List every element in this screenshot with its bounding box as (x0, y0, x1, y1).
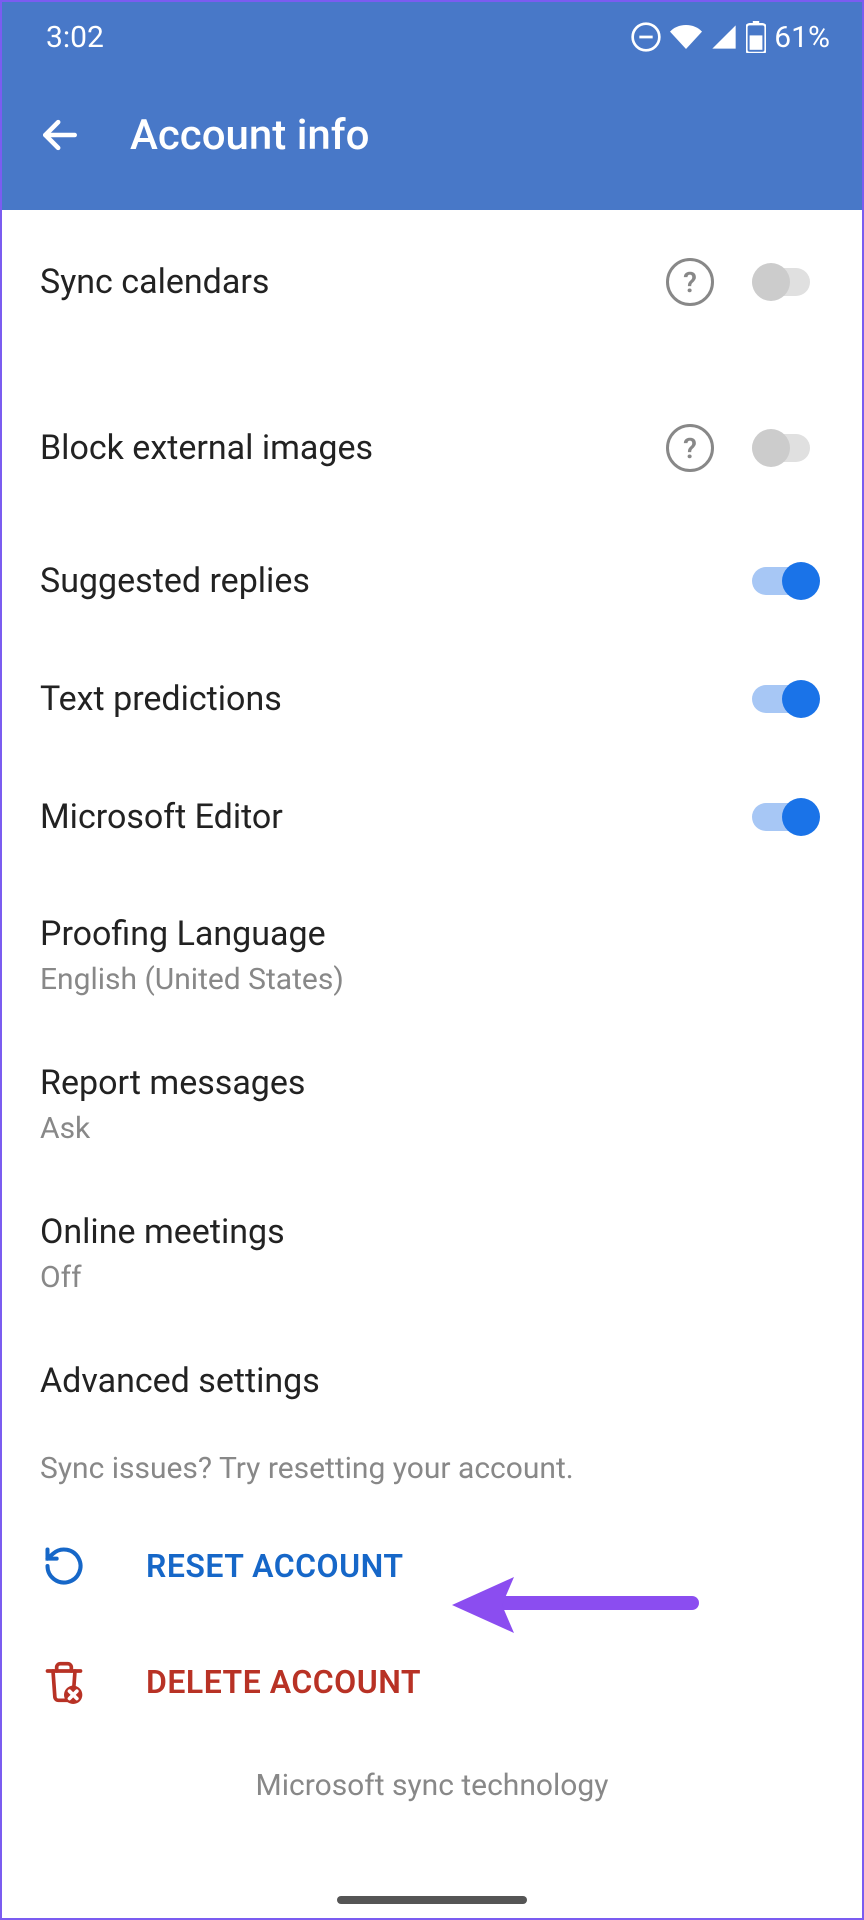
reset-account-button[interactable]: RESET ACCOUNT (2, 1508, 862, 1624)
setting-label: Proofing Language (40, 914, 824, 954)
delete-account-button[interactable]: DELETE ACCOUNT (2, 1624, 862, 1740)
setting-value: Off (40, 1260, 824, 1295)
help-icon[interactable]: ? (666, 258, 714, 306)
setting-label: Suggested replies (40, 561, 752, 601)
help-icon[interactable]: ? (666, 424, 714, 472)
back-button[interactable] (34, 109, 86, 161)
toggle-text-predictions[interactable] (752, 678, 824, 720)
wifi-icon (670, 21, 702, 53)
setting-label: Block external images (40, 428, 666, 468)
battery-percent: 61% (774, 20, 830, 55)
toggle-sync-calendars[interactable] (752, 261, 824, 303)
setting-value: English (United States) (40, 962, 824, 997)
setting-online-meetings[interactable]: Online meetings Off (2, 1174, 862, 1323)
page-title: Account info (130, 111, 369, 160)
status-time: 3:02 (46, 20, 104, 55)
setting-proofing-language[interactable]: Proofing Language English (United States… (2, 876, 862, 1025)
setting-advanced-settings[interactable]: Advanced settings (2, 1323, 862, 1429)
home-indicator[interactable] (337, 1896, 527, 1904)
status-icons: 61% (630, 20, 830, 55)
setting-suggested-replies[interactable]: Suggested replies (2, 510, 862, 640)
delete-icon (42, 1660, 86, 1704)
dnd-icon (630, 21, 662, 53)
reset-hint: Sync issues? Try resetting your account. (2, 1429, 862, 1508)
arrow-left-icon (38, 113, 82, 157)
setting-sync-calendars[interactable]: Sync calendars ? (2, 210, 862, 366)
setting-block-external-images[interactable]: Block external images ? (2, 366, 862, 510)
setting-label: Text predictions (40, 679, 752, 719)
setting-label: Online meetings (40, 1212, 824, 1252)
setting-label: Microsoft Editor (40, 797, 752, 837)
signal-icon (710, 23, 738, 51)
toggle-block-external-images[interactable] (752, 427, 824, 469)
setting-label: Advanced settings (40, 1361, 824, 1401)
setting-text-predictions[interactable]: Text predictions (2, 640, 862, 758)
status-bar: 3:02 61% (2, 2, 862, 72)
toggle-suggested-replies[interactable] (752, 560, 824, 602)
settings-list: Sync calendars ? Block external images ?… (2, 210, 862, 1831)
delete-account-label: DELETE ACCOUNT (146, 1663, 421, 1701)
setting-label: Sync calendars (40, 262, 666, 302)
app-bar: Account info (2, 72, 862, 210)
battery-icon (746, 21, 766, 53)
toggle-microsoft-editor[interactable] (752, 796, 824, 838)
setting-microsoft-editor[interactable]: Microsoft Editor (2, 758, 862, 876)
setting-report-messages[interactable]: Report messages Ask (2, 1025, 862, 1174)
reset-account-label: RESET ACCOUNT (146, 1547, 404, 1585)
setting-value: Ask (40, 1111, 824, 1146)
setting-label: Report messages (40, 1063, 824, 1103)
footer-text: Microsoft sync technology (2, 1740, 862, 1831)
reset-icon (42, 1544, 86, 1588)
